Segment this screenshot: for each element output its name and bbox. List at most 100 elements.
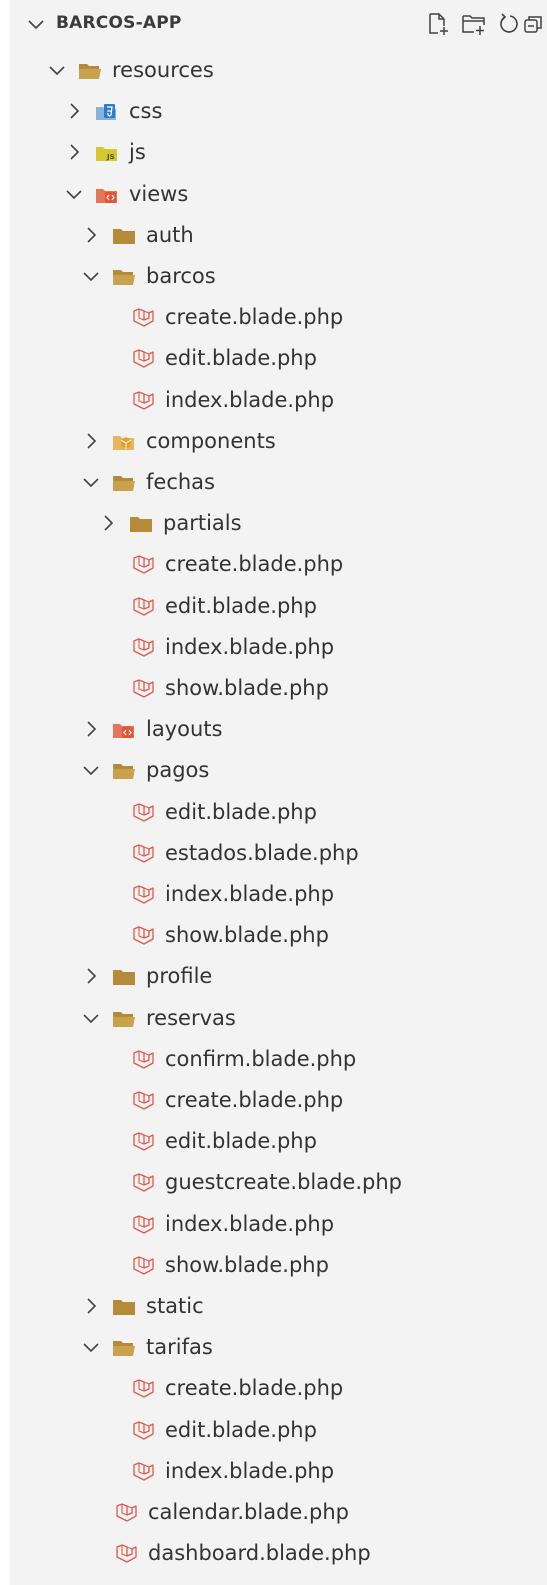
chevron-down-icon[interactable]: [82, 473, 100, 491]
tree-item-label: index.blade.php: [165, 1458, 335, 1483]
tree-item-label: create.blade.php: [165, 305, 344, 330]
tree-item-label: fechas: [146, 470, 215, 494]
tree-item-label: index.blade.php: [165, 387, 335, 412]
tree-item-label: components: [146, 428, 276, 453]
tree-file-item[interactable]: create.blade.php: [10, 1080, 547, 1121]
tree-file-item[interactable]: create.blade.php: [10, 297, 547, 338]
tree-item-label: dashboard.blade.php: [148, 1541, 371, 1566]
tree-folder-item[interactable]: static: [10, 1286, 547, 1327]
laravel-blade-icon: [131, 1090, 155, 1112]
tree-folder-item[interactable]: components: [10, 421, 547, 462]
chevron-down-icon[interactable]: [82, 1009, 100, 1027]
collapse-all-icon[interactable]: [522, 11, 546, 37]
tree-item-label: partials: [163, 511, 242, 536]
chevron-right-icon[interactable]: [65, 143, 83, 161]
tree-file-item[interactable]: index.blade.php: [10, 380, 547, 421]
tree-folder-item[interactable]: barcos: [10, 256, 547, 297]
tree-file-item[interactable]: show.blade.php: [10, 668, 547, 709]
tree-folder-item[interactable]: tarifas: [10, 1327, 547, 1368]
tree-file-item[interactable]: confirm.blade.php: [10, 1039, 547, 1080]
js-folder-icon: JS: [95, 142, 119, 164]
chevron-right-icon[interactable]: [82, 967, 100, 985]
tree-file-item[interactable]: show.blade.php: [10, 915, 547, 956]
tree-file-item[interactable]: edit.blade.php: [10, 792, 547, 833]
tree-folder-item[interactable]: partials: [10, 503, 547, 544]
chevron-right-icon[interactable]: [82, 226, 100, 244]
tree-item-label: reservas: [146, 1005, 236, 1030]
chevron-right-icon[interactable]: [82, 1297, 100, 1315]
tree-item-label: show.blade.php: [165, 923, 329, 948]
laravel-blade-icon: [131, 1420, 155, 1442]
tree-folder-item[interactable]: JS js: [10, 132, 547, 173]
tree-file-item[interactable]: create.blade.php: [10, 544, 547, 585]
laravel-blade-icon: [131, 1378, 155, 1400]
tree-file-item[interactable]: edit.blade.php: [10, 1121, 547, 1162]
tree-item-label: pagos: [146, 758, 210, 783]
laravel-blade-icon: [131, 1049, 155, 1071]
tree-item-label: guestcreate.blade.php: [165, 1170, 402, 1195]
laravel-blade-icon: [131, 390, 155, 412]
tree-file-item[interactable]: edit.blade.php: [10, 1410, 547, 1451]
tree-item-label: barcos: [146, 264, 216, 288]
tree-item-label: edit.blade.php: [165, 1129, 317, 1154]
tree-item-label: edit.blade.php: [165, 1417, 317, 1442]
tree-folder-item[interactable]: views: [10, 174, 547, 215]
css-folder-icon: [95, 101, 119, 123]
chevron-right-icon[interactable]: [82, 720, 100, 738]
chevron-down-icon[interactable]: [82, 761, 100, 779]
chevron-down-icon[interactable]: [82, 267, 100, 285]
tree-file-item[interactable]: index.blade.php: [10, 627, 547, 668]
tree-folder-item[interactable]: layouts: [10, 709, 547, 750]
tree-file-item[interactable]: index.blade.php: [10, 874, 547, 915]
tree-item-label: index.blade.php: [165, 634, 335, 659]
tree-folder-item[interactable]: reservas: [10, 998, 547, 1039]
tree-item-label: resources: [112, 58, 214, 82]
tree-file-item[interactable]: show.blade.php: [10, 1245, 547, 1286]
chevron-right-icon[interactable]: [65, 102, 83, 120]
laravel-blade-icon: [131, 802, 155, 824]
laravel-blade-icon: [114, 1502, 138, 1524]
explorer-header[interactable]: BARCOS-APP: [10, 0, 547, 50]
tree-file-item[interactable]: index.blade.php: [10, 1204, 547, 1245]
tree-file-item[interactable]: calendar.blade.php: [10, 1492, 547, 1533]
tree-item-label: edit.blade.php: [165, 593, 317, 618]
tree-item-label: css: [129, 99, 163, 124]
components-folder-icon: [112, 431, 136, 453]
tree-item-label: index.blade.php: [165, 882, 335, 906]
folder-open-icon: [112, 1337, 136, 1359]
tree-file-item[interactable]: edit.blade.php: [10, 338, 547, 379]
laravel-blade-icon: [131, 637, 155, 659]
tree-item-label: confirm.blade.php: [165, 1046, 357, 1071]
chevron-down-icon[interactable]: [65, 185, 83, 203]
tree-folder-item[interactable]: resources: [10, 50, 547, 91]
tree-file-item[interactable]: estados.blade.php: [10, 833, 547, 874]
tree-folder-item[interactable]: profile: [10, 956, 547, 997]
folder-icon: [112, 225, 136, 247]
laravel-blade-icon: [131, 596, 155, 618]
tree-folder-item[interactable]: pagos: [10, 750, 547, 791]
tree-file-item[interactable]: edit.blade.php: [10, 586, 547, 627]
chevron-down-icon[interactable]: [82, 1338, 100, 1356]
folder-open-icon: [112, 760, 136, 782]
chevron-right-icon[interactable]: [82, 432, 100, 450]
tree-folder-item[interactable]: auth: [10, 215, 547, 256]
tree-item-label: show.blade.php: [165, 1252, 329, 1277]
laravel-blade-icon: [131, 348, 155, 370]
chevron-down-icon[interactable]: [26, 14, 46, 38]
chevron-down-icon[interactable]: [48, 61, 66, 79]
tree-folder-item[interactable]: css: [10, 91, 547, 132]
tree-folder-item[interactable]: fechas: [10, 462, 547, 503]
tree-item-label: auth: [146, 222, 194, 247]
laravel-blade-icon: [131, 884, 155, 906]
laravel-blade-icon: [131, 1255, 155, 1277]
tree-file-item[interactable]: create.blade.php: [10, 1368, 547, 1409]
chevron-right-icon[interactable]: [99, 514, 117, 532]
folder-icon: [129, 513, 153, 535]
new-folder-icon[interactable]: [461, 11, 487, 37]
refresh-icon[interactable]: [497, 11, 523, 37]
tree-file-item[interactable]: index.blade.php: [10, 1451, 547, 1492]
new-file-icon[interactable]: [425, 11, 451, 37]
tree-file-item[interactable]: guestcreate.blade.php: [10, 1162, 547, 1203]
tree-item-label: show.blade.php: [165, 676, 329, 700]
tree-file-item[interactable]: dashboard.blade.php: [10, 1533, 547, 1574]
